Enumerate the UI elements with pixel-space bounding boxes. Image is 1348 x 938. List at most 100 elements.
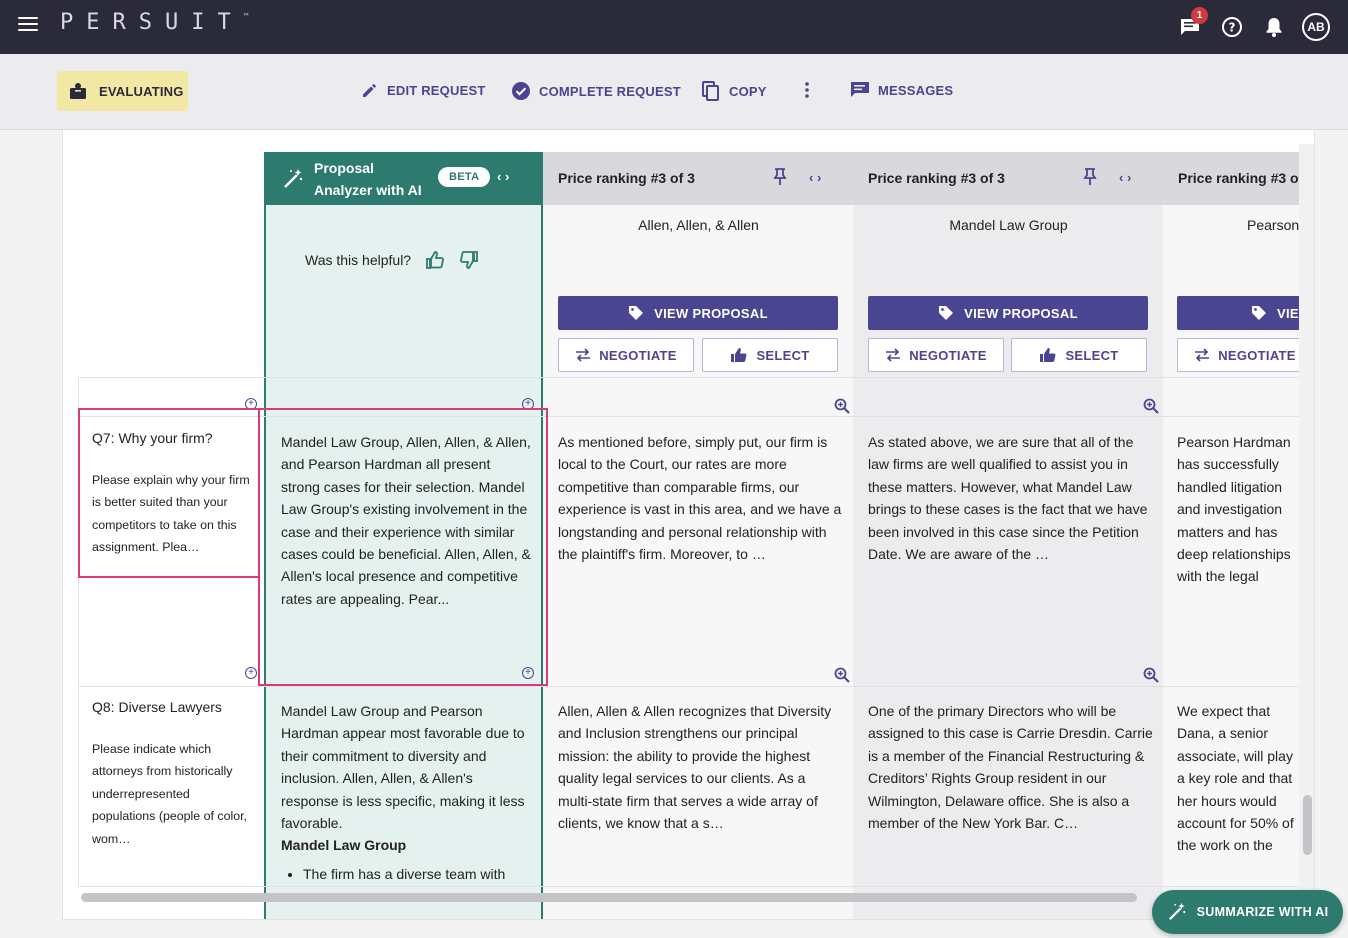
- pin-icon[interactable]: [773, 168, 787, 186]
- view-proposal-label: VIEW PROPOSAL: [1277, 305, 1299, 321]
- feedback-prompt: Was this helpful?: [305, 250, 479, 270]
- user-avatar[interactable]: AB: [1302, 13, 1330, 41]
- negotiate-label: NEGOTIATE: [599, 347, 677, 363]
- firm-name: Mandel Law Group: [949, 217, 1068, 233]
- swap-arrows-icon: [886, 348, 901, 362]
- negotiate-button[interactable]: NEGOTIATE: [558, 338, 694, 372]
- price-ranking-label: Price ranking #3 of 3: [868, 170, 1005, 186]
- svg-text:?: ?: [1229, 21, 1236, 35]
- select-button[interactable]: SELECT: [1011, 338, 1147, 372]
- ai-title-line2: Analyzer with AI: [314, 181, 422, 198]
- messages-label: MESSAGES: [878, 82, 954, 98]
- logo-trademark: ™: [243, 12, 249, 21]
- zoom-icon[interactable]: [1143, 398, 1159, 414]
- thumbs-down-icon[interactable]: [459, 250, 479, 270]
- magic-wand-icon: [284, 168, 303, 188]
- swap-arrows-icon: [576, 348, 591, 362]
- zoom-icon[interactable]: [1143, 667, 1159, 683]
- tag-icon: [1252, 306, 1266, 320]
- status-label: EVALUATING: [99, 83, 184, 99]
- more-options-icon[interactable]: [804, 81, 810, 99]
- negotiate-label: NEGOTIATE: [909, 347, 987, 363]
- select-label: SELECT: [1065, 347, 1119, 363]
- complete-request-label: COMPLETE REQUEST: [539, 83, 681, 99]
- negotiate-button[interactable]: NEGOTIATE: [868, 338, 1004, 372]
- status-evaluating-button[interactable]: EVALUATING: [57, 71, 188, 111]
- ai-q8-subheading: Mandel Law Group: [281, 837, 407, 854]
- column-expand-toggle-icon[interactable]: ‹ ›: [809, 170, 821, 185]
- helpful-text: Was this helpful?: [305, 252, 412, 268]
- view-proposal-label: VIEW PROPOSAL: [654, 305, 768, 321]
- edit-request-button[interactable]: EDIT REQUEST: [361, 81, 485, 99]
- expand-row-icon[interactable]: +: [522, 667, 534, 679]
- hamburger-menu-icon[interactable]: [18, 17, 38, 33]
- proposal-answer: Pearson Hardman has successfully handled…: [1177, 434, 1291, 585]
- check-circle-icon: [512, 82, 530, 100]
- ai-title-line1: Proposal: [314, 159, 374, 176]
- proposal-answer: As stated above, we are sure that all of…: [868, 434, 1148, 563]
- complete-request-button[interactable]: COMPLETE REQUEST: [511, 81, 681, 101]
- notifications-bell-icon[interactable]: [1260, 13, 1288, 41]
- copy-button[interactable]: COPY: [701, 81, 767, 101]
- price-ranking-label: Price ranking #3 of 3: [558, 170, 695, 186]
- select-button[interactable]: SELECT: [702, 338, 838, 372]
- request-action-bar: EVALUATING EDIT REQUEST COMPLETE REQUEST…: [0, 54, 1348, 130]
- persuit-logo[interactable]: PERSUIT™: [60, 10, 249, 35]
- select-label: SELECT: [756, 347, 810, 363]
- copy-label: COPY: [729, 83, 767, 99]
- vertical-scrollbar[interactable]: [1303, 795, 1312, 855]
- pin-icon[interactable]: [1083, 168, 1097, 186]
- view-proposal-button[interactable]: VIEW PROPOSAL: [558, 296, 838, 330]
- vertical-scroll-track: [1299, 144, 1314, 904]
- horizontal-scrollbar[interactable]: [81, 893, 1137, 902]
- chat-icon: [851, 82, 869, 97]
- help-icon[interactable]: ?: [1218, 13, 1246, 41]
- zoom-icon[interactable]: [834, 667, 850, 683]
- view-proposal-button[interactable]: VIEW PROPOSAL: [868, 296, 1148, 330]
- summarize-label: SUMMARIZE WITH AI: [1196, 905, 1329, 919]
- beta-badge: BETA: [438, 167, 491, 187]
- expand-row-icon[interactable]: +: [245, 667, 257, 679]
- thumbs-up-icon[interactable]: [425, 250, 445, 270]
- firm-name: Allen, Allen, & Allen: [638, 217, 759, 233]
- proposal-answer: We expect that Dana, a senior associate,…: [1177, 703, 1294, 854]
- pencil-icon: [363, 84, 376, 97]
- negotiate-label: NEGOTIATE: [1218, 347, 1296, 363]
- copy-icon: [702, 81, 719, 101]
- ai-q7-highlight: [258, 408, 548, 686]
- zoom-icon[interactable]: [834, 398, 850, 414]
- proposal-comparison-grid: Proposal Analyzer with AI BETA ‹ › Price…: [62, 130, 1315, 920]
- q7-highlight: [78, 408, 260, 578]
- messages-icon[interactable]: 1: [1176, 7, 1208, 41]
- thumbs-up-filled-icon: [731, 348, 747, 362]
- negotiate-button[interactable]: NEGOTIATE: [1177, 338, 1299, 372]
- proposal-column-header-1: Price ranking #3 of 3 ‹ ›: [543, 152, 853, 205]
- ai-analyzer-title: Proposal Analyzer with AI: [314, 157, 422, 201]
- ai-q8-text: Mandel Law Group and Pearson Hardman app…: [281, 703, 525, 832]
- row-divider: [78, 377, 1299, 378]
- ai-expand-toggle-icon[interactable]: ‹ ›: [497, 169, 509, 184]
- summarize-with-ai-button[interactable]: SUMMARIZE WITH AI: [1152, 890, 1343, 934]
- messages-button[interactable]: MESSAGES: [850, 81, 953, 99]
- proposal-answer: As mentioned before, simply put, our fir…: [558, 434, 842, 563]
- logo-text: PERSUIT: [60, 10, 244, 35]
- tag-icon: [629, 306, 644, 320]
- ai-analyzer-header: Proposal Analyzer with AI BETA ‹ ›: [264, 152, 543, 205]
- proposal-answer: Allen, Allen & Allen recognizes that Div…: [558, 703, 832, 832]
- question-description: Please indicate which attorneys from his…: [92, 742, 247, 846]
- proposal-column-header-2: Price ranking #3 of 3 ‹ ›: [853, 152, 1163, 205]
- thumbs-up-filled-icon: [1040, 348, 1056, 362]
- question-title: Q8: Diverse Lawyers: [92, 699, 222, 715]
- swap-arrows-icon: [1195, 348, 1210, 362]
- column-expand-toggle-icon[interactable]: ‹ ›: [1119, 170, 1131, 185]
- tag-icon: [939, 306, 954, 320]
- evaluating-icon: [70, 83, 86, 99]
- ai-q8-summary: Mandel Law Group and Pearson Hardman app…: [281, 700, 531, 886]
- proposal-answer: One of the primary Directors who will be…: [868, 703, 1153, 832]
- row-divider: [78, 886, 1299, 887]
- row-divider: [78, 686, 1299, 687]
- view-proposal-button[interactable]: VIEW PROPOSAL: [1177, 296, 1299, 330]
- top-navigation-bar: PERSUIT™ 1 ? AB: [0, 0, 1348, 54]
- messages-badge: 1: [1191, 7, 1208, 24]
- magic-wand-icon: [1168, 902, 1186, 921]
